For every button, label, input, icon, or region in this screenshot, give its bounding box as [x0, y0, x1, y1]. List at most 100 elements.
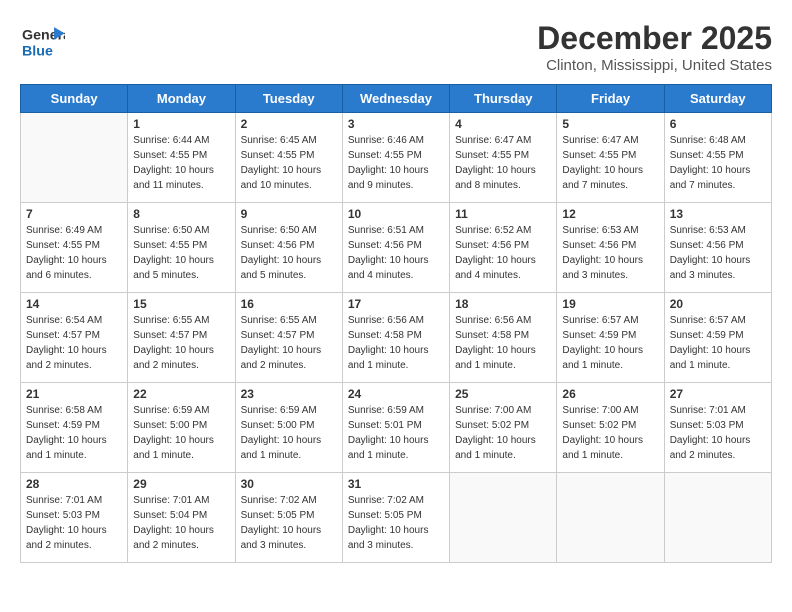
- day-info: Sunrise: 6:50 AMSunset: 4:55 PMDaylight:…: [133, 223, 229, 283]
- calendar-week-row: 14 Sunrise: 6:54 AMSunset: 4:57 PMDayligh…: [21, 293, 772, 383]
- day-info: Sunrise: 7:01 AMSunset: 5:04 PMDaylight:…: [133, 493, 229, 553]
- day-of-week-header: Tuesday: [235, 85, 342, 113]
- day-number: 24: [348, 387, 444, 401]
- calendar-day-cell: 20 Sunrise: 6:57 AMSunset: 4:59 PMDayligh…: [664, 293, 771, 383]
- day-info: Sunrise: 6:53 AMSunset: 4:56 PMDaylight:…: [562, 223, 658, 283]
- logo-icon: General Blue: [20, 20, 65, 60]
- day-number: 7: [26, 207, 122, 221]
- calendar-day-cell: 29 Sunrise: 7:01 AMSunset: 5:04 PMDayligh…: [128, 473, 235, 563]
- calendar-day-cell: [21, 113, 128, 203]
- day-number: 26: [562, 387, 658, 401]
- calendar-day-cell: 9 Sunrise: 6:50 AMSunset: 4:56 PMDaylight…: [235, 203, 342, 293]
- calendar-day-cell: 16Sunrise: 6:55 AMSunset: 4:57 PMDayligh…: [235, 293, 342, 383]
- calendar-day-cell: [664, 473, 771, 563]
- day-info: Sunrise: 6:47 AMSunset: 4:55 PMDaylight:…: [562, 133, 658, 193]
- day-info: Sunrise: 6:50 AMSunset: 4:56 PMDaylight:…: [241, 223, 337, 283]
- calendar-day-cell: 19Sunrise: 6:57 AMSunset: 4:59 PMDayligh…: [557, 293, 664, 383]
- calendar-day-cell: 31Sunrise: 7:02 AMSunset: 5:05 PMDayligh…: [342, 473, 449, 563]
- calendar-day-cell: 27Sunrise: 7:01 AMSunset: 5:03 PMDayligh…: [664, 383, 771, 473]
- day-info: Sunrise: 6:56 AMSunset: 4:58 PMDaylight:…: [348, 313, 444, 373]
- day-number: 20: [670, 297, 766, 311]
- calendar-day-cell: 22 Sunrise: 6:59 AMSunset: 5:00 PMDayligh…: [128, 383, 235, 473]
- calendar-day-cell: 10 Sunrise: 6:51 AMSunset: 4:56 PMDayligh…: [342, 203, 449, 293]
- day-number: 25: [455, 387, 551, 401]
- day-info: Sunrise: 6:47 AMSunset: 4:55 PMDaylight:…: [455, 133, 551, 193]
- day-number: 28: [26, 477, 122, 491]
- calendar-day-cell: 1 Sunrise: 6:44 AMSunset: 4:55 PMDaylight…: [128, 113, 235, 203]
- day-info: Sunrise: 7:01 AMSunset: 5:03 PMDaylight:…: [670, 403, 766, 463]
- day-info: Sunrise: 6:54 AMSunset: 4:57 PMDaylight:…: [26, 313, 122, 373]
- day-info: Sunrise: 6:48 AMSunset: 4:55 PMDaylight:…: [670, 133, 766, 193]
- calendar-day-cell: [557, 473, 664, 563]
- day-of-week-header: Thursday: [450, 85, 557, 113]
- day-info: Sunrise: 6:55 AMSunset: 4:57 PMDaylight:…: [133, 313, 229, 373]
- title-area: December 2025 Clinton, Mississippi, Unit…: [537, 20, 772, 74]
- day-number: 13: [670, 207, 766, 221]
- day-of-week-header: Sunday: [21, 85, 128, 113]
- day-info: Sunrise: 7:02 AMSunset: 5:05 PMDaylight:…: [241, 493, 337, 553]
- day-of-week-header: Saturday: [664, 85, 771, 113]
- day-info: Sunrise: 6:58 AMSunset: 4:59 PMDaylight:…: [26, 403, 122, 463]
- day-info: Sunrise: 6:49 AMSunset: 4:55 PMDaylight:…: [26, 223, 122, 283]
- day-of-week-header: Wednesday: [342, 85, 449, 113]
- day-info: Sunrise: 7:02 AMSunset: 5:05 PMDaylight:…: [348, 493, 444, 553]
- calendar-week-row: 28 Sunrise: 7:01 AMSunset: 5:03 PMDayligh…: [21, 473, 772, 563]
- calendar-week-row: 21 Sunrise: 6:58 AMSunset: 4:59 PMDayligh…: [21, 383, 772, 473]
- day-info: Sunrise: 6:56 AMSunset: 4:58 PMDaylight:…: [455, 313, 551, 373]
- calendar-day-cell: 14 Sunrise: 6:54 AMSunset: 4:57 PMDayligh…: [21, 293, 128, 383]
- calendar-day-cell: 21 Sunrise: 6:58 AMSunset: 4:59 PMDayligh…: [21, 383, 128, 473]
- calendar-day-cell: 17 Sunrise: 6:56 AMSunset: 4:58 PMDayligh…: [342, 293, 449, 383]
- day-number: 15: [133, 297, 229, 311]
- calendar-day-cell: 24 Sunrise: 6:59 AMSunset: 5:01 PMDayligh…: [342, 383, 449, 473]
- calendar-day-cell: 26 Sunrise: 7:00 AMSunset: 5:02 PMDayligh…: [557, 383, 664, 473]
- logo: General Blue: [20, 20, 65, 60]
- day-info: Sunrise: 6:45 AMSunset: 4:55 PMDaylight:…: [241, 133, 337, 193]
- day-number: 14: [26, 297, 122, 311]
- day-number: 4: [455, 117, 551, 131]
- day-number: 10: [348, 207, 444, 221]
- day-number: 21: [26, 387, 122, 401]
- day-info: Sunrise: 6:59 AMSunset: 5:00 PMDaylight:…: [241, 403, 337, 463]
- day-info: Sunrise: 6:59 AMSunset: 5:01 PMDaylight:…: [348, 403, 444, 463]
- calendar-day-cell: 3 Sunrise: 6:46 AMSunset: 4:55 PMDaylight…: [342, 113, 449, 203]
- calendar-day-cell: [450, 473, 557, 563]
- day-number: 29: [133, 477, 229, 491]
- calendar-day-cell: 5Sunrise: 6:47 AMSunset: 4:55 PMDaylight…: [557, 113, 664, 203]
- page-title: December 2025: [537, 20, 772, 57]
- day-number: 30: [241, 477, 337, 491]
- day-info: Sunrise: 6:57 AMSunset: 4:59 PMDaylight:…: [670, 313, 766, 373]
- calendar-week-row: 7 Sunrise: 6:49 AMSunset: 4:55 PMDaylight…: [21, 203, 772, 293]
- day-number: 17: [348, 297, 444, 311]
- day-number: 8: [133, 207, 229, 221]
- day-number: 11: [455, 207, 551, 221]
- day-number: 16: [241, 297, 337, 311]
- calendar-day-cell: 8 Sunrise: 6:50 AMSunset: 4:55 PMDaylight…: [128, 203, 235, 293]
- calendar-body: 1 Sunrise: 6:44 AMSunset: 4:55 PMDaylight…: [21, 113, 772, 563]
- day-number: 19: [562, 297, 658, 311]
- calendar-day-cell: 28 Sunrise: 7:01 AMSunset: 5:03 PMDayligh…: [21, 473, 128, 563]
- calendar-day-cell: 11Sunrise: 6:52 AMSunset: 4:56 PMDayligh…: [450, 203, 557, 293]
- calendar-week-row: 1 Sunrise: 6:44 AMSunset: 4:55 PMDaylight…: [21, 113, 772, 203]
- calendar-day-cell: 13Sunrise: 6:53 AMSunset: 4:56 PMDayligh…: [664, 203, 771, 293]
- day-info: Sunrise: 7:01 AMSunset: 5:03 PMDaylight:…: [26, 493, 122, 553]
- day-info: Sunrise: 6:44 AMSunset: 4:55 PMDaylight:…: [133, 133, 229, 193]
- page-subtitle: Clinton, Mississippi, United States: [537, 57, 772, 74]
- day-info: Sunrise: 6:46 AMSunset: 4:55 PMDaylight:…: [348, 133, 444, 193]
- day-number: 23: [241, 387, 337, 401]
- day-number: 2: [241, 117, 337, 131]
- day-number: 3: [348, 117, 444, 131]
- svg-text:Blue: Blue: [22, 44, 53, 60]
- day-info: Sunrise: 6:59 AMSunset: 5:00 PMDaylight:…: [133, 403, 229, 463]
- day-of-week-header: Monday: [128, 85, 235, 113]
- calendar-day-cell: 6Sunrise: 6:48 AMSunset: 4:55 PMDaylight…: [664, 113, 771, 203]
- day-number: 22: [133, 387, 229, 401]
- day-info: Sunrise: 6:51 AMSunset: 4:56 PMDaylight:…: [348, 223, 444, 283]
- calendar-table: SundayMondayTuesdayWednesdayThursdayFrid…: [20, 84, 772, 563]
- day-info: Sunrise: 7:00 AMSunset: 5:02 PMDaylight:…: [562, 403, 658, 463]
- calendar-day-cell: 25Sunrise: 7:00 AMSunset: 5:02 PMDayligh…: [450, 383, 557, 473]
- day-number: 1: [133, 117, 229, 131]
- day-number: 9: [241, 207, 337, 221]
- calendar-day-cell: 12Sunrise: 6:53 AMSunset: 4:56 PMDayligh…: [557, 203, 664, 293]
- calendar-day-cell: 4 Sunrise: 6:47 AMSunset: 4:55 PMDaylight…: [450, 113, 557, 203]
- calendar-header-row: SundayMondayTuesdayWednesdayThursdayFrid…: [21, 85, 772, 113]
